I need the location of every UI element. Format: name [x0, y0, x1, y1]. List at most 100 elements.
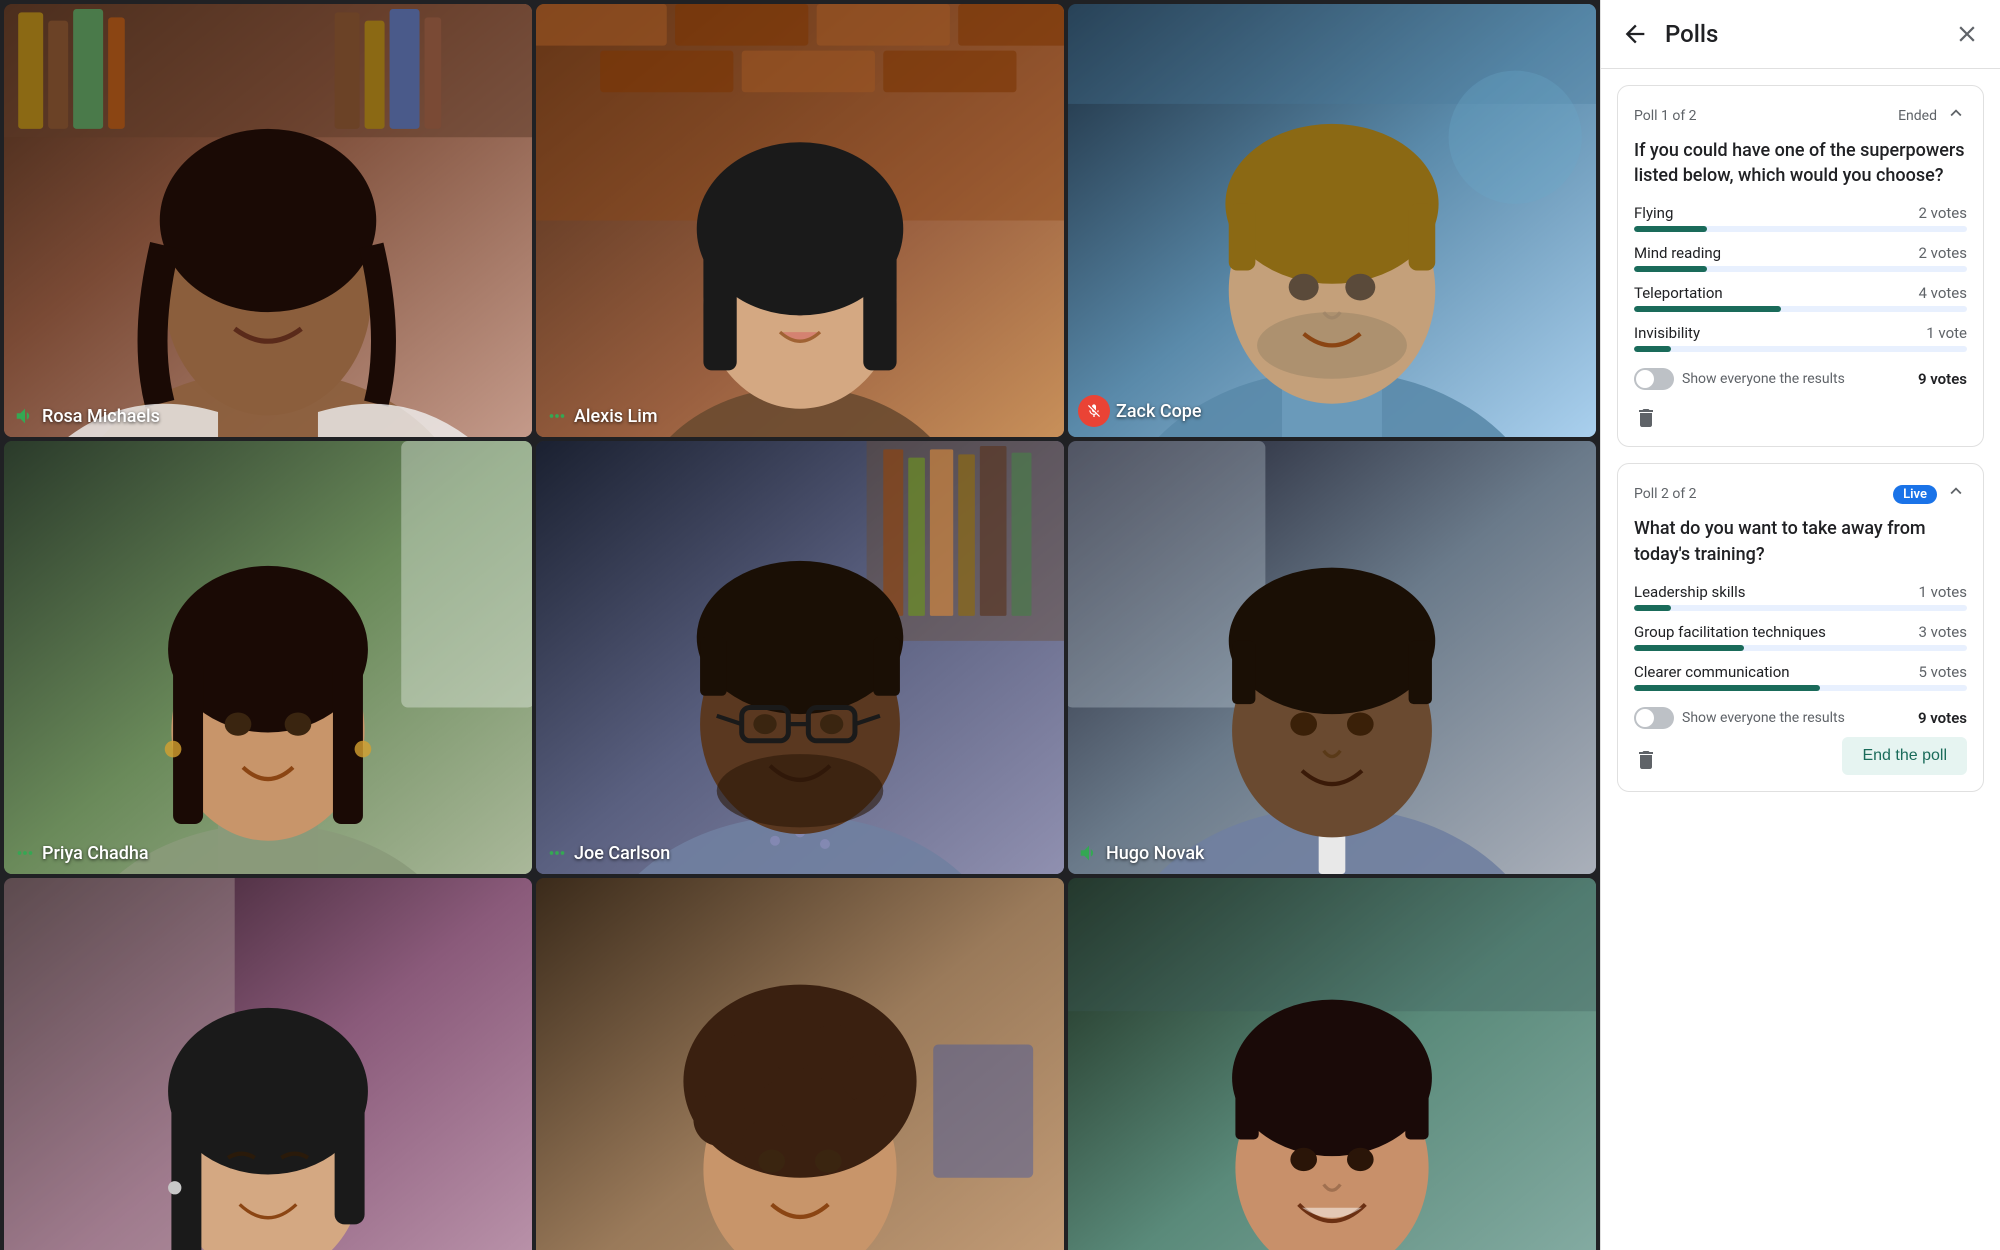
poll1-opt4-label: Invisibility — [1634, 324, 1700, 342]
muted-icon-zack — [1086, 403, 1102, 419]
chevron-up-icon-2 — [1945, 480, 1967, 502]
participant-video-rosa — [4, 4, 532, 437]
poll1-option-3: Teleportation 4 votes — [1634, 284, 1967, 312]
poll-card-1: Poll 1 of 2 Ended If you could have one … — [1617, 85, 1984, 447]
main-area: Rosa Michaels — [0, 0, 2000, 1250]
polls-panel: Polls Poll 1 of 2 Ended — [1600, 0, 2000, 1250]
participant-video-p8 — [536, 878, 1064, 1250]
poll2-opt1-bar-bg — [1634, 605, 1967, 611]
poll1-opt2-bar — [1634, 266, 1707, 272]
poll2-option-2: Group facilitation techniques 3 votes — [1634, 623, 1967, 651]
poll1-show-toggle[interactable]: Show everyone the results — [1634, 368, 1845, 390]
poll1-option-1: Flying 2 votes — [1634, 204, 1967, 232]
speaking-icon-rosa — [14, 405, 36, 427]
participant-name-rosa: Rosa Michaels — [14, 405, 160, 427]
poll1-option-2: Mind reading 2 votes — [1634, 244, 1967, 272]
poll2-delete-button[interactable] — [1634, 748, 1658, 772]
polls-panel-title: Polls — [1665, 20, 1938, 48]
poll2-number: Poll 2 of 2 — [1634, 486, 1697, 502]
poll1-total-votes: 9 votes — [1918, 370, 1967, 388]
video-cell-p7 — [4, 878, 532, 1250]
poll2-opt1-bar — [1634, 605, 1671, 611]
participant-video-hugo — [1068, 441, 1596, 874]
poll2-opt2-bar — [1634, 645, 1744, 651]
end-poll-button[interactable]: End the poll — [1842, 737, 1967, 775]
poll2-option-1: Leadership skills 1 votes — [1634, 583, 1967, 611]
poll1-question: If you could have one of the superpowers… — [1634, 138, 1967, 188]
video-cell-p9 — [1068, 878, 1596, 1250]
poll1-show-label: Show everyone the results — [1682, 371, 1845, 387]
close-icon — [1954, 21, 1980, 47]
trash-icon-2 — [1634, 748, 1658, 772]
poll2-total-votes: 9 votes — [1918, 709, 1967, 727]
polls-content: Poll 1 of 2 Ended If you could have one … — [1601, 69, 2000, 1250]
poll2-actions: End the poll — [1634, 737, 1967, 775]
video-cell-joe: Joe Carlson — [536, 441, 1064, 874]
poll1-actions — [1634, 398, 1967, 430]
video-grid: Rosa Michaels — [0, 0, 1600, 1250]
poll1-opt4-bar — [1634, 346, 1671, 352]
video-cell-rosa: Rosa Michaels — [4, 4, 532, 437]
video-cell-zack: Zack Cope — [1068, 4, 1596, 437]
back-arrow-icon — [1621, 20, 1649, 48]
poll1-opt1-bar-bg — [1634, 226, 1967, 232]
poll1-delete-button[interactable] — [1634, 406, 1658, 430]
polls-close-button[interactable] — [1954, 21, 1980, 47]
poll2-toggle-switch[interactable] — [1634, 707, 1674, 729]
poll1-opt1-bar — [1634, 226, 1707, 232]
poll2-question: What do you want to take away from today… — [1634, 516, 1967, 566]
poll2-option-3: Clearer communication 5 votes — [1634, 663, 1967, 691]
speaking-icon-alexis — [546, 405, 568, 427]
participant-video-priya — [4, 441, 532, 874]
poll2-opt1-label: Leadership skills — [1634, 583, 1746, 601]
poll1-opt1-label: Flying — [1634, 204, 1673, 222]
participant-video-p7 — [4, 878, 532, 1250]
participant-name-zack: Zack Cope — [1078, 395, 1202, 427]
trash-icon-1 — [1634, 406, 1658, 430]
poll2-opt1-votes: 1 votes — [1919, 583, 1967, 601]
participant-video-alexis — [536, 4, 1064, 437]
poll-card-2: Poll 2 of 2 Live What do you want to tak… — [1617, 463, 1984, 791]
poll1-opt3-bar-bg — [1634, 306, 1967, 312]
participant-video-joe — [536, 441, 1064, 874]
poll1-opt2-votes: 2 votes — [1919, 244, 1967, 262]
participant-name-hugo: Hugo Novak — [1078, 842, 1204, 864]
poll2-header: Poll 2 of 2 Live — [1634, 480, 1967, 508]
poll1-opt3-bar — [1634, 306, 1781, 312]
video-cell-priya: Priya Chadha — [4, 441, 532, 874]
poll1-header: Poll 1 of 2 Ended — [1634, 102, 1967, 130]
poll2-opt3-votes: 5 votes — [1919, 663, 1967, 681]
poll1-footer: Show everyone the results 9 votes — [1634, 368, 1967, 390]
poll2-opt2-votes: 3 votes — [1919, 623, 1967, 641]
poll2-collapse-button[interactable] — [1945, 480, 1967, 508]
poll1-number: Poll 1 of 2 — [1634, 108, 1697, 124]
participant-name-priya: Priya Chadha — [14, 842, 149, 864]
poll2-opt3-label: Clearer communication — [1634, 663, 1790, 681]
polls-header: Polls — [1601, 0, 2000, 69]
poll1-status: Ended — [1898, 108, 1937, 124]
speaking-icon-priya — [14, 842, 36, 864]
poll2-opt3-bar — [1634, 685, 1820, 691]
polls-back-button[interactable] — [1621, 20, 1649, 48]
chevron-up-icon — [1945, 102, 1967, 124]
poll2-show-label: Show everyone the results — [1682, 710, 1845, 726]
speaking-icon-joe — [546, 842, 568, 864]
speaking-icon-hugo — [1078, 842, 1100, 864]
participant-name-joe: Joe Carlson — [546, 842, 670, 864]
poll1-opt2-bar-bg — [1634, 266, 1967, 272]
participant-name-alexis: Alexis Lim — [546, 405, 658, 427]
poll1-opt1-votes: 2 votes — [1919, 204, 1967, 222]
poll1-opt4-votes: 1 vote — [1926, 324, 1967, 342]
poll1-collapse-button[interactable] — [1945, 102, 1967, 130]
poll2-opt2-label: Group facilitation techniques — [1634, 623, 1826, 641]
poll1-toggle-switch[interactable] — [1634, 368, 1674, 390]
poll2-show-toggle[interactable]: Show everyone the results — [1634, 707, 1845, 729]
poll1-opt3-label: Teleportation — [1634, 284, 1723, 302]
video-grid-container: Rosa Michaels — [0, 0, 1600, 1250]
poll1-opt3-votes: 4 votes — [1919, 284, 1967, 302]
poll1-opt4-bar-bg — [1634, 346, 1967, 352]
video-cell-alexis: Alexis Lim — [536, 4, 1064, 437]
video-cell-p8 — [536, 878, 1064, 1250]
muted-badge-zack — [1078, 395, 1110, 427]
poll2-status: Live — [1893, 485, 1937, 504]
